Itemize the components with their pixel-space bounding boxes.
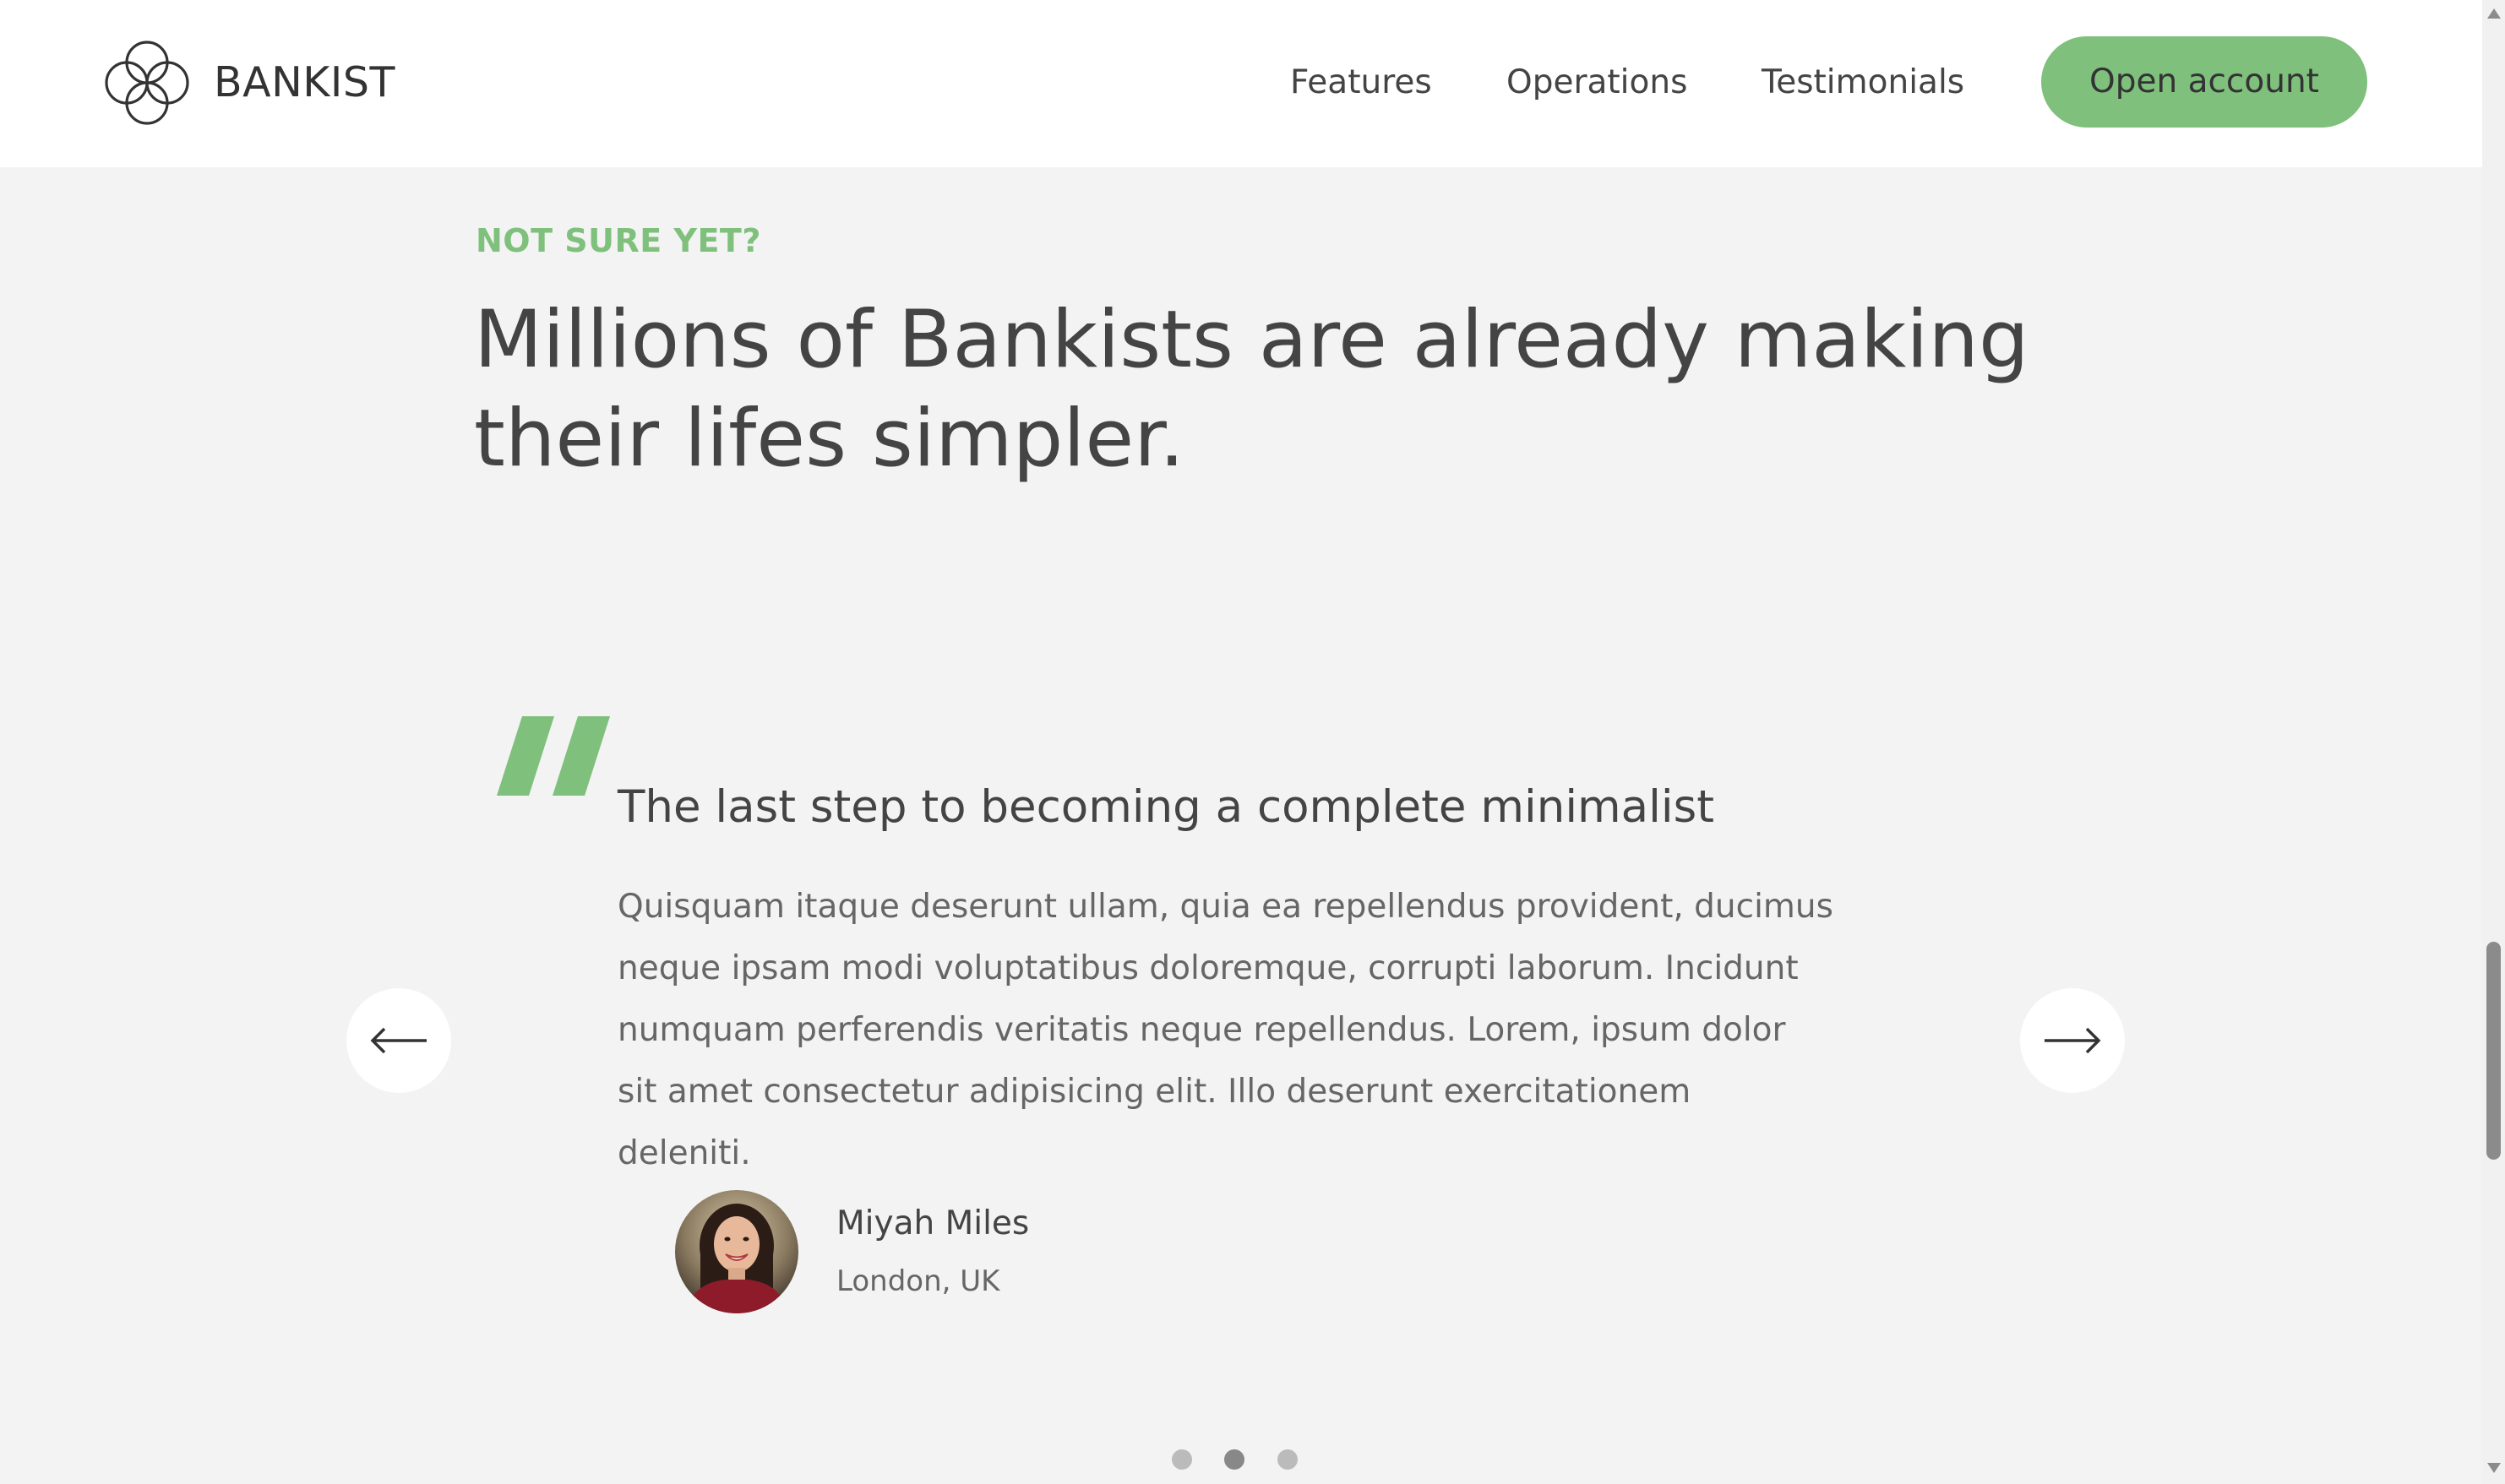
section-eyebrow: NOT SURE YET? <box>476 222 761 259</box>
nav-link-testimonials[interactable]: Testimonials <box>1762 59 1964 106</box>
brand-name: BANKIST <box>214 58 395 106</box>
slider-dot-1[interactable] <box>1172 1449 1192 1470</box>
nav-link-features[interactable]: Features <box>1290 59 1432 106</box>
bankist-logo-icon[interactable] <box>102 38 192 128</box>
slider-dot-2-active[interactable] <box>1224 1449 1244 1470</box>
slider-dots <box>1170 1449 1305 1471</box>
open-account-button[interactable]: Open account <box>2041 36 2367 128</box>
scroll-thumb[interactable] <box>2486 942 2501 1160</box>
nav-link-operations[interactable]: Operations <box>1506 59 1687 106</box>
slider-next-button[interactable] <box>2020 988 2125 1093</box>
quote-mark-icon <box>497 716 610 796</box>
slider-prev-button[interactable] <box>346 988 451 1093</box>
arrow-right-icon <box>2045 1027 2101 1054</box>
site-header: BANKIST Features Operations Testimonials… <box>0 0 2482 167</box>
testimonial-title: The last step to becoming a complete min… <box>618 781 1715 833</box>
section-headline: Millions of Bankists are already making … <box>474 294 2029 485</box>
author-avatar <box>675 1190 798 1313</box>
author-name: Miyah Miles <box>836 1204 1030 1242</box>
vertical-scrollbar[interactable] <box>2482 0 2505 1484</box>
author-location: London, UK <box>836 1264 1000 1298</box>
scroll-down-arrow-icon[interactable] <box>2487 1463 2501 1473</box>
testimonial-body: Quisquam itaque deserunt ullam, quia ea … <box>618 888 1833 1172</box>
scroll-up-arrow-icon[interactable] <box>2487 8 2501 19</box>
arrow-left-icon <box>370 1027 427 1054</box>
slider-dot-3[interactable] <box>1277 1449 1298 1470</box>
